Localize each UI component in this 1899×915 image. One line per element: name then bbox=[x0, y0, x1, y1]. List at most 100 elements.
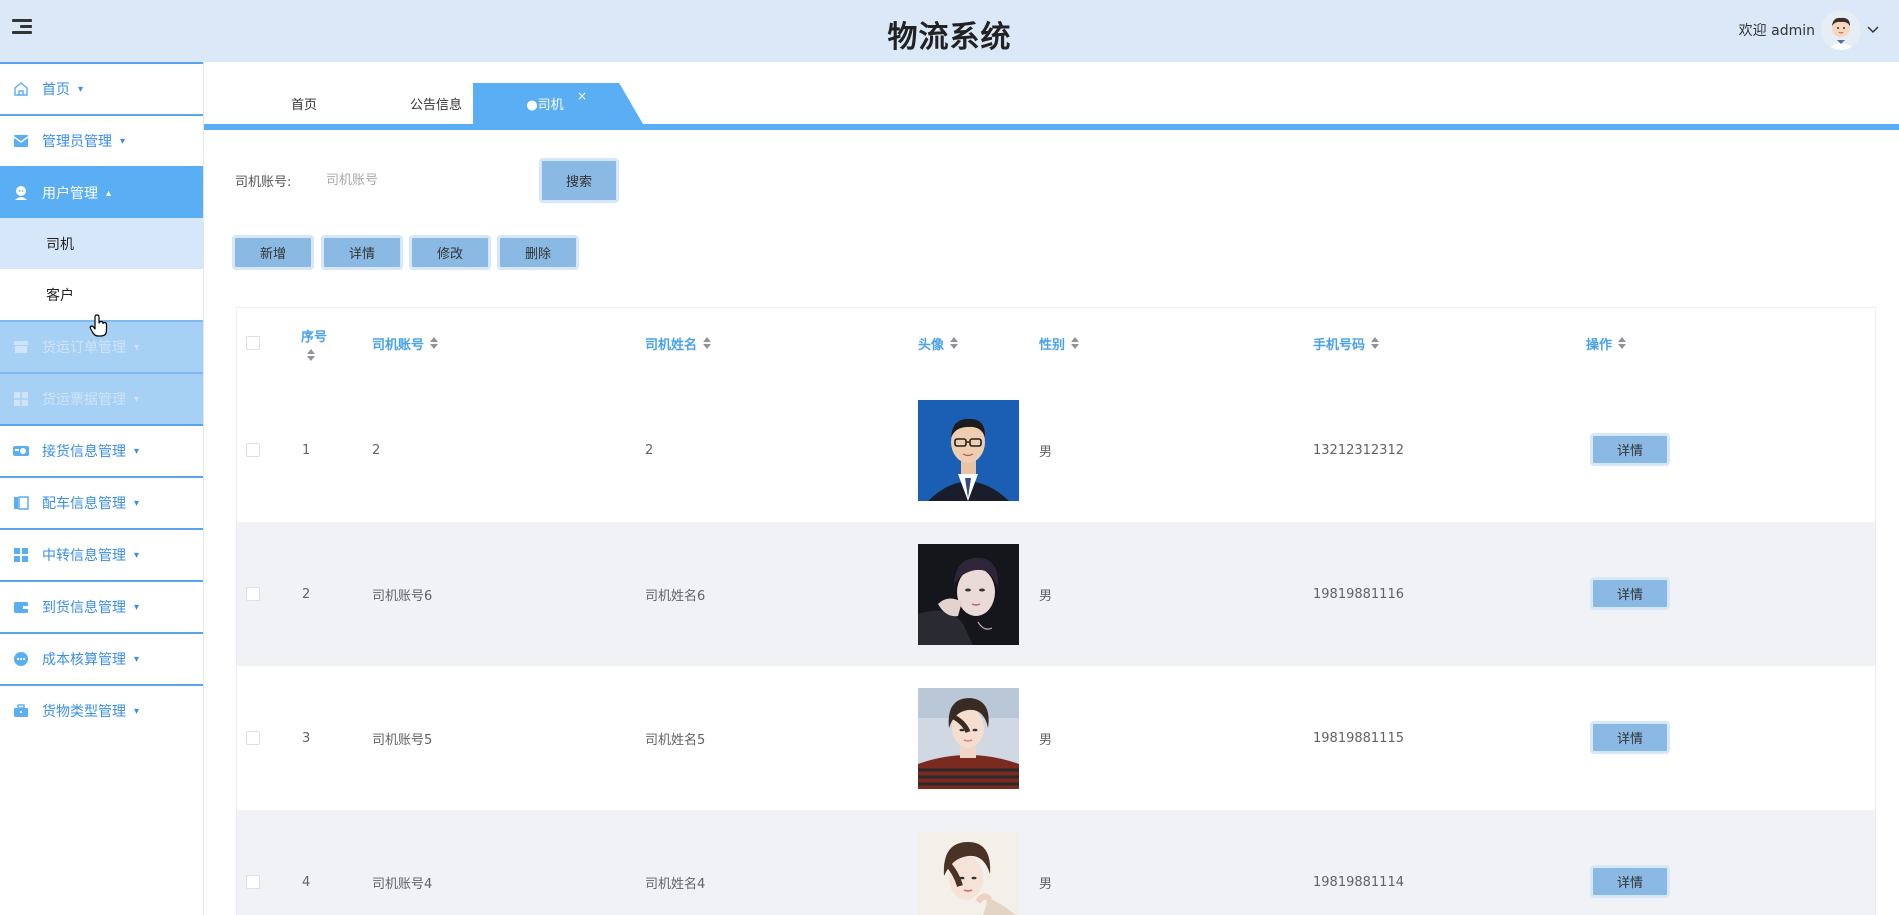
sidebar-item-label: 用户管理 bbox=[42, 186, 98, 202]
row-checkbox[interactable] bbox=[246, 810, 260, 915]
tab-underline bbox=[204, 124, 1899, 130]
column-header-gender[interactable]: 性别 bbox=[1039, 308, 1080, 378]
sidebar-item-users[interactable]: 用户管理 ▴ bbox=[0, 166, 203, 218]
cell-gender: 男 bbox=[1039, 444, 1053, 460]
sidebar-item-freight-bills[interactable]: 货运票据管理 ▾ bbox=[0, 372, 203, 424]
sidebar-item-transfer[interactable]: 中转信息管理 ▾ bbox=[0, 528, 203, 580]
chevron-down-icon: ▾ bbox=[134, 341, 140, 353]
row-detail-button[interactable]: 详情 bbox=[1590, 577, 1670, 610]
cell-account: 2 bbox=[372, 442, 381, 458]
user-menu[interactable]: 欢迎 admin bbox=[1739, 10, 1879, 50]
chevron-down-icon: ▾ bbox=[134, 549, 140, 561]
sidebar-item-label: 货物类型管理 bbox=[42, 704, 126, 720]
sidebar-item-label: 首页 bbox=[42, 82, 70, 98]
cell-name: 司机姓名4 bbox=[645, 876, 706, 892]
home-icon bbox=[12, 80, 30, 98]
sort-icon[interactable] bbox=[307, 348, 315, 361]
driver-account-search-input[interactable] bbox=[316, 163, 526, 197]
cell-avatar bbox=[918, 522, 1019, 666]
cell-phone: 19819881116 bbox=[1313, 586, 1404, 602]
wallet-icon bbox=[12, 598, 30, 616]
row-detail-button[interactable]: 详情 bbox=[1590, 721, 1670, 754]
tab-driver[interactable]: ●司机 × bbox=[473, 83, 643, 124]
search-label: 司机账号: bbox=[235, 175, 292, 190]
row-checkbox[interactable] bbox=[246, 666, 260, 810]
cell-seq: 2 bbox=[302, 586, 311, 602]
sidebar-item-goods-type[interactable]: 货物类型管理 ▾ bbox=[0, 684, 203, 736]
sort-icon[interactable] bbox=[1071, 337, 1080, 349]
chevron-down-icon: ▾ bbox=[134, 393, 140, 405]
cell-phone: 19819881114 bbox=[1313, 874, 1404, 890]
chevron-down-icon: ▾ bbox=[134, 445, 140, 457]
row-detail-button[interactable]: 详情 bbox=[1590, 433, 1670, 466]
cell-gender: 男 bbox=[1039, 876, 1053, 892]
sidebar-item-admin[interactable]: 管理员管理 ▾ bbox=[0, 114, 203, 166]
cell-seq: 3 bbox=[302, 730, 311, 746]
sidebar-item-label: 货运订单管理 bbox=[42, 340, 126, 356]
cell-avatar bbox=[918, 378, 1019, 522]
sort-icon[interactable] bbox=[703, 337, 712, 349]
cell-phone: 19819881115 bbox=[1313, 730, 1404, 746]
driver-table: 序号 司机账号 司机姓名 头像 性别 手机号码 操作 1 2 2 男 13212… bbox=[236, 307, 1876, 915]
sidebar-item-label: 中转信息管理 bbox=[42, 548, 126, 564]
chevron-down-icon[interactable] bbox=[1867, 23, 1879, 37]
column-header-seq[interactable]: 序号 bbox=[301, 308, 327, 378]
delete-button[interactable]: 删除 bbox=[497, 235, 579, 270]
column-header-name[interactable]: 司机姓名 bbox=[645, 308, 712, 378]
sidebar-subitem-customer[interactable]: 客户 bbox=[0, 269, 203, 320]
column-header-label: 操作 bbox=[1586, 337, 1613, 353]
cell-name: 司机姓名6 bbox=[645, 588, 706, 604]
sidebar-item-arrival[interactable]: 到货信息管理 ▾ bbox=[0, 580, 203, 632]
chevron-down-icon: ▾ bbox=[120, 135, 126, 147]
column-header-avatar[interactable]: 头像 bbox=[918, 308, 959, 378]
column-header-phone[interactable]: 手机号码 bbox=[1313, 308, 1380, 378]
chevron-down-icon: ▾ bbox=[78, 83, 84, 95]
sidebar-subitem-driver[interactable]: 司机 bbox=[0, 218, 203, 269]
sort-icon[interactable] bbox=[1618, 337, 1627, 349]
search-button[interactable]: 搜索 bbox=[539, 158, 619, 203]
cell-gender: 男 bbox=[1039, 732, 1053, 748]
close-icon[interactable]: × bbox=[577, 89, 587, 103]
column-header-label: 序号 bbox=[301, 329, 328, 345]
table-row[interactable]: 1 2 2 男 13212312312 详情 bbox=[237, 378, 1875, 522]
sidebar-item-cost[interactable]: 成本核算管理 ▾ bbox=[0, 632, 203, 684]
envelope-icon bbox=[12, 132, 30, 150]
sort-icon[interactable] bbox=[430, 337, 439, 349]
row-detail-button[interactable]: 详情 bbox=[1590, 865, 1670, 898]
top-header: 物流系统 欢迎 admin bbox=[0, 0, 1899, 62]
cell-name: 司机姓名5 bbox=[645, 732, 706, 748]
sidebar-item-pickup[interactable]: 接货信息管理 ▾ bbox=[0, 424, 203, 476]
chevron-down-icon: ▾ bbox=[134, 497, 140, 509]
chevron-down-icon: ▾ bbox=[134, 705, 140, 717]
sort-icon[interactable] bbox=[1371, 337, 1380, 349]
sidebar-item-home[interactable]: 首页 ▾ bbox=[0, 62, 203, 114]
column-header-actions[interactable]: 操作 bbox=[1586, 308, 1627, 378]
add-button[interactable]: 新增 bbox=[232, 235, 314, 270]
table-row[interactable]: 2 司机账号6 司机姓名6 男 19819881116 详情 bbox=[237, 522, 1875, 666]
table-row[interactable]: 4 司机账号4 司机姓名4 男 19819881114 详情 bbox=[237, 810, 1875, 915]
sidebar-item-label: 货运票据管理 bbox=[42, 392, 126, 408]
tab-home[interactable]: 首页 bbox=[264, 83, 344, 124]
hamburger-menu-icon[interactable] bbox=[12, 19, 32, 37]
user-avatar[interactable] bbox=[1821, 10, 1861, 50]
cell-seq: 4 bbox=[302, 874, 311, 890]
briefcase-icon bbox=[12, 702, 30, 720]
detail-button[interactable]: 详情 bbox=[321, 235, 403, 270]
photo-dark bbox=[918, 543, 1019, 645]
sort-icon[interactable] bbox=[950, 337, 959, 349]
column-header-account[interactable]: 司机账号 bbox=[372, 308, 439, 378]
edit-button[interactable]: 修改 bbox=[409, 235, 491, 270]
sidebar-subitem-label: 司机 bbox=[46, 236, 74, 253]
column-header-label: 头像 bbox=[918, 337, 945, 353]
row-checkbox[interactable] bbox=[246, 522, 260, 666]
row-checkbox[interactable] bbox=[246, 378, 260, 522]
select-all-checkbox[interactable] bbox=[246, 308, 260, 378]
column-header-label: 司机账号 bbox=[372, 337, 425, 353]
table-row[interactable]: 3 司机账号5 司机姓名5 男 19819881115 详情 bbox=[237, 666, 1875, 810]
dots-icon bbox=[12, 650, 30, 668]
sidebar-item-vehicle[interactable]: 配车信息管理 ▾ bbox=[0, 476, 203, 528]
cell-gender: 男 bbox=[1039, 588, 1053, 604]
column-header-label: 性别 bbox=[1039, 337, 1066, 353]
cell-avatar bbox=[918, 666, 1019, 810]
table-header: 序号 司机账号 司机姓名 头像 性别 手机号码 操作 bbox=[237, 308, 1877, 378]
